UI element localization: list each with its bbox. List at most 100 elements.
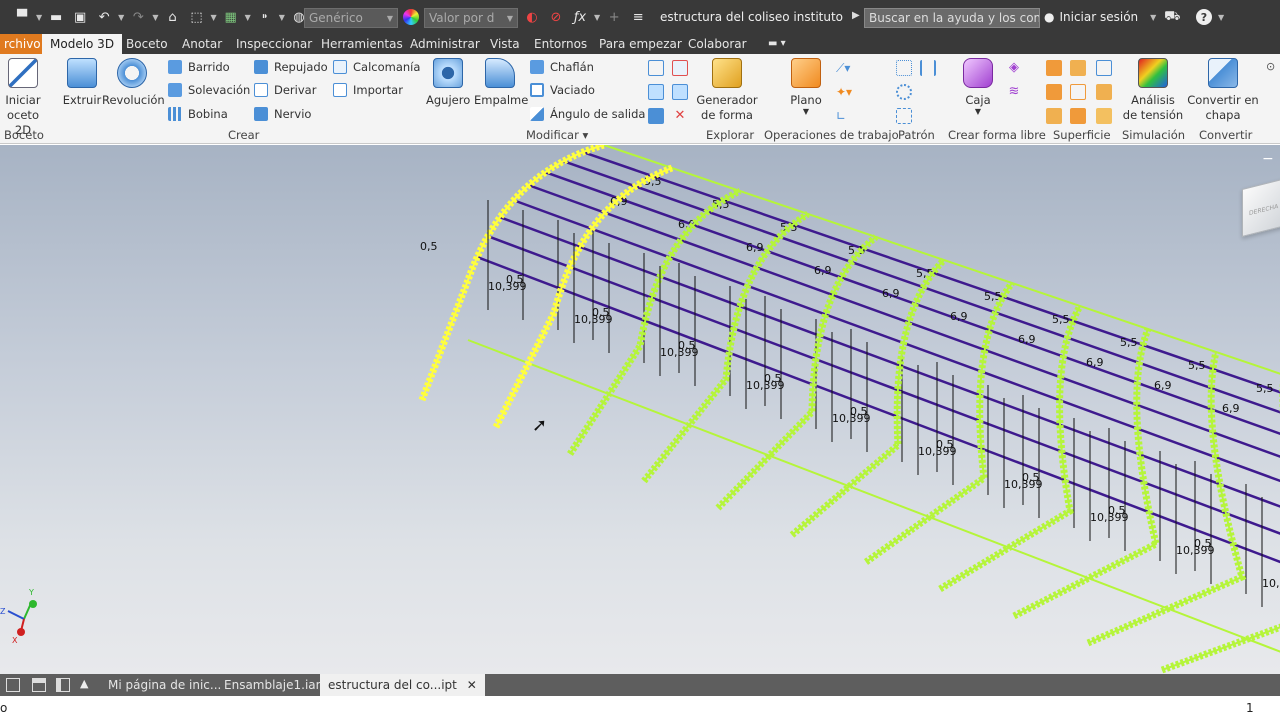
material-combo[interactable]: Genérico ▼: [304, 8, 398, 28]
hole-button[interactable]: Agujero: [426, 58, 470, 108]
update-icon[interactable]: ▦: [221, 7, 241, 27]
tab-collaborate[interactable]: Colaborar: [688, 34, 747, 54]
new-dropdown-icon[interactable]: ▼: [36, 13, 42, 22]
delete-face-icon[interactable]: ✕: [672, 108, 688, 124]
measure-dropdown-icon[interactable]: ▼: [279, 13, 285, 22]
replace-face-icon[interactable]: [648, 108, 664, 124]
freeform-edit-icon[interactable]: ◈: [1006, 60, 1022, 76]
help-search-input[interactable]: Buscar en la ayuda y los comandos: [864, 8, 1040, 28]
sculpt-icon[interactable]: [1070, 60, 1086, 76]
chamfer-button[interactable]: Chaflán: [530, 58, 594, 76]
tab-list-icon[interactable]: ▲: [80, 677, 88, 690]
vertical-view-icon[interactable]: [56, 678, 70, 692]
tab-sketch[interactable]: Boceto: [126, 34, 168, 54]
measure-icon[interactable]: ⁍: [255, 7, 275, 27]
home-icon[interactable]: ⌂: [162, 7, 182, 27]
undo-icon[interactable]: ↶: [94, 7, 114, 27]
combine-icon[interactable]: [648, 84, 664, 100]
trim-icon[interactable]: [1046, 84, 1062, 100]
ribbon-expand-icon[interactable]: ⊙: [1266, 60, 1275, 73]
point-icon[interactable]: ✦▾: [836, 84, 852, 100]
coil-button[interactable]: Bobina: [168, 105, 228, 123]
mirror-icon[interactable]: [920, 60, 936, 76]
ribbon-options-icon[interactable]: ▬ ▾: [768, 34, 786, 54]
tab-home-page[interactable]: Mi página de inic...: [108, 674, 221, 696]
emboss-button[interactable]: Repujado: [254, 58, 328, 76]
tab-inspect[interactable]: Inspeccionar: [236, 34, 312, 54]
shell-button[interactable]: Vaciado: [530, 81, 595, 99]
import-button[interactable]: Importar: [333, 81, 403, 99]
viewport-minimize-icon[interactable]: −: [1262, 151, 1274, 167]
extend-icon[interactable]: [1070, 84, 1086, 100]
ucs-icon[interactable]: ∟: [836, 108, 852, 124]
rib-button[interactable]: Nervio: [254, 105, 311, 123]
select-dropdown-icon[interactable]: ▼: [210, 13, 216, 22]
graphics-viewport[interactable]: 10,399 0,5 6,9 5,5 10,399 0,5 6,9 5,5 10,399 0,5 6…: [0, 145, 1280, 674]
tab-3d-model[interactable]: Modelo 3D: [42, 34, 123, 54]
undo-dropdown-icon[interactable]: ▼: [118, 13, 124, 22]
freeform-dropdown-icon[interactable]: ▼: [958, 108, 998, 116]
redo-icon[interactable]: ↷: [128, 7, 148, 27]
axis-icon[interactable]: ⟋▾: [836, 60, 852, 76]
open-icon[interactable]: ▬: [46, 7, 66, 27]
freeform-box-button[interactable]: Caja ▼: [958, 58, 998, 116]
tab-structure-part[interactable]: estructura del co...ipt ✕: [320, 674, 485, 696]
help-dropdown-icon[interactable]: ▼: [1218, 13, 1224, 22]
decal-button[interactable]: Calcomanía: [333, 58, 420, 76]
signin-dropdown-icon[interactable]: ▼: [1150, 13, 1156, 22]
tile-view-icon[interactable]: [6, 678, 20, 692]
thicken-icon[interactable]: [672, 84, 688, 100]
redo-dropdown-icon[interactable]: ▼: [152, 13, 158, 22]
tab-annotate[interactable]: Anotar: [182, 34, 222, 54]
horizontal-view-icon[interactable]: [32, 678, 46, 692]
tab-view[interactable]: Vista: [490, 34, 520, 54]
circular-pattern-icon[interactable]: [896, 84, 912, 100]
adjust-appearance-icon[interactable]: ◐: [522, 7, 542, 27]
convert-to-sheet-metal-button[interactable]: Convertir en chapa: [1186, 58, 1260, 123]
fillet-button[interactable]: Empalme: [474, 58, 528, 108]
function-dropdown-icon[interactable]: ▼: [594, 13, 600, 22]
customize-icon[interactable]: ≡: [628, 7, 648, 27]
new-file-icon[interactable]: ▀: [12, 7, 32, 27]
loft-button[interactable]: Solevación: [168, 81, 250, 99]
boundary-patch-icon[interactable]: [1046, 108, 1062, 124]
sweep-button[interactable]: Barrido: [168, 58, 230, 76]
repair-icon[interactable]: [1070, 108, 1086, 124]
group-modify-label[interactable]: Modificar ▾: [526, 128, 588, 142]
extrude-button[interactable]: Extruir: [62, 58, 102, 108]
close-tab-icon[interactable]: ✕: [467, 678, 477, 692]
shape-generator-button[interactable]: Generador de forma: [696, 58, 758, 123]
tab-manage[interactable]: Administrar: [410, 34, 480, 54]
tab-file[interactable]: rchivo: [0, 34, 45, 54]
cart-icon[interactable]: ⛟: [1162, 7, 1182, 27]
tab-tools[interactable]: Herramientas: [321, 34, 403, 54]
update-dropdown-icon[interactable]: ▼: [245, 13, 251, 22]
patch-icon[interactable]: [1096, 60, 1112, 76]
help-icon[interactable]: ?: [1196, 9, 1212, 25]
sketch-pattern-icon[interactable]: [896, 108, 912, 124]
freeform-convert-icon[interactable]: ≋: [1006, 84, 1022, 100]
chevron-right-icon[interactable]: ▶: [852, 10, 860, 21]
draft-button[interactable]: Ángulo de salida: [530, 105, 645, 123]
start-2d-sketch-button[interactable]: Iniciar oceto 2D: [0, 58, 48, 138]
function-icon[interactable]: ƒx: [570, 7, 590, 27]
derive-button[interactable]: Derivar: [254, 81, 316, 99]
rect-pattern-icon[interactable]: [896, 60, 912, 76]
stress-analysis-button[interactable]: Análisis de tensión: [1122, 58, 1184, 123]
revolve-button[interactable]: Revolución: [102, 58, 165, 108]
tab-environments[interactable]: Entornos: [534, 34, 587, 54]
tab-assembly[interactable]: Ensamblaje1.iam: [224, 674, 327, 696]
plus-icon[interactable]: +: [604, 7, 624, 27]
plane-dropdown-icon[interactable]: ▼: [786, 108, 826, 116]
color-wheel-icon[interactable]: [403, 9, 419, 25]
clear-appearance-icon[interactable]: ⊘: [546, 7, 566, 27]
sign-in-area[interactable]: ● Iniciar sesión ▼ ⛟: [1044, 0, 1186, 34]
ruled-surface-icon[interactable]: [1096, 84, 1112, 100]
select-icon[interactable]: ⬚: [186, 7, 206, 27]
thread-icon[interactable]: [648, 60, 664, 76]
fit-mesh-icon[interactable]: [1096, 108, 1112, 124]
plane-button[interactable]: Plano ▼: [786, 58, 826, 116]
appearance-combo[interactable]: Valor por d ▼: [424, 8, 518, 28]
tab-get-started[interactable]: Para empezar: [599, 34, 682, 54]
structure-model[interactable]: 10,3990,56,95,510,3990,56,95,510,3990,56…: [0, 145, 1280, 674]
